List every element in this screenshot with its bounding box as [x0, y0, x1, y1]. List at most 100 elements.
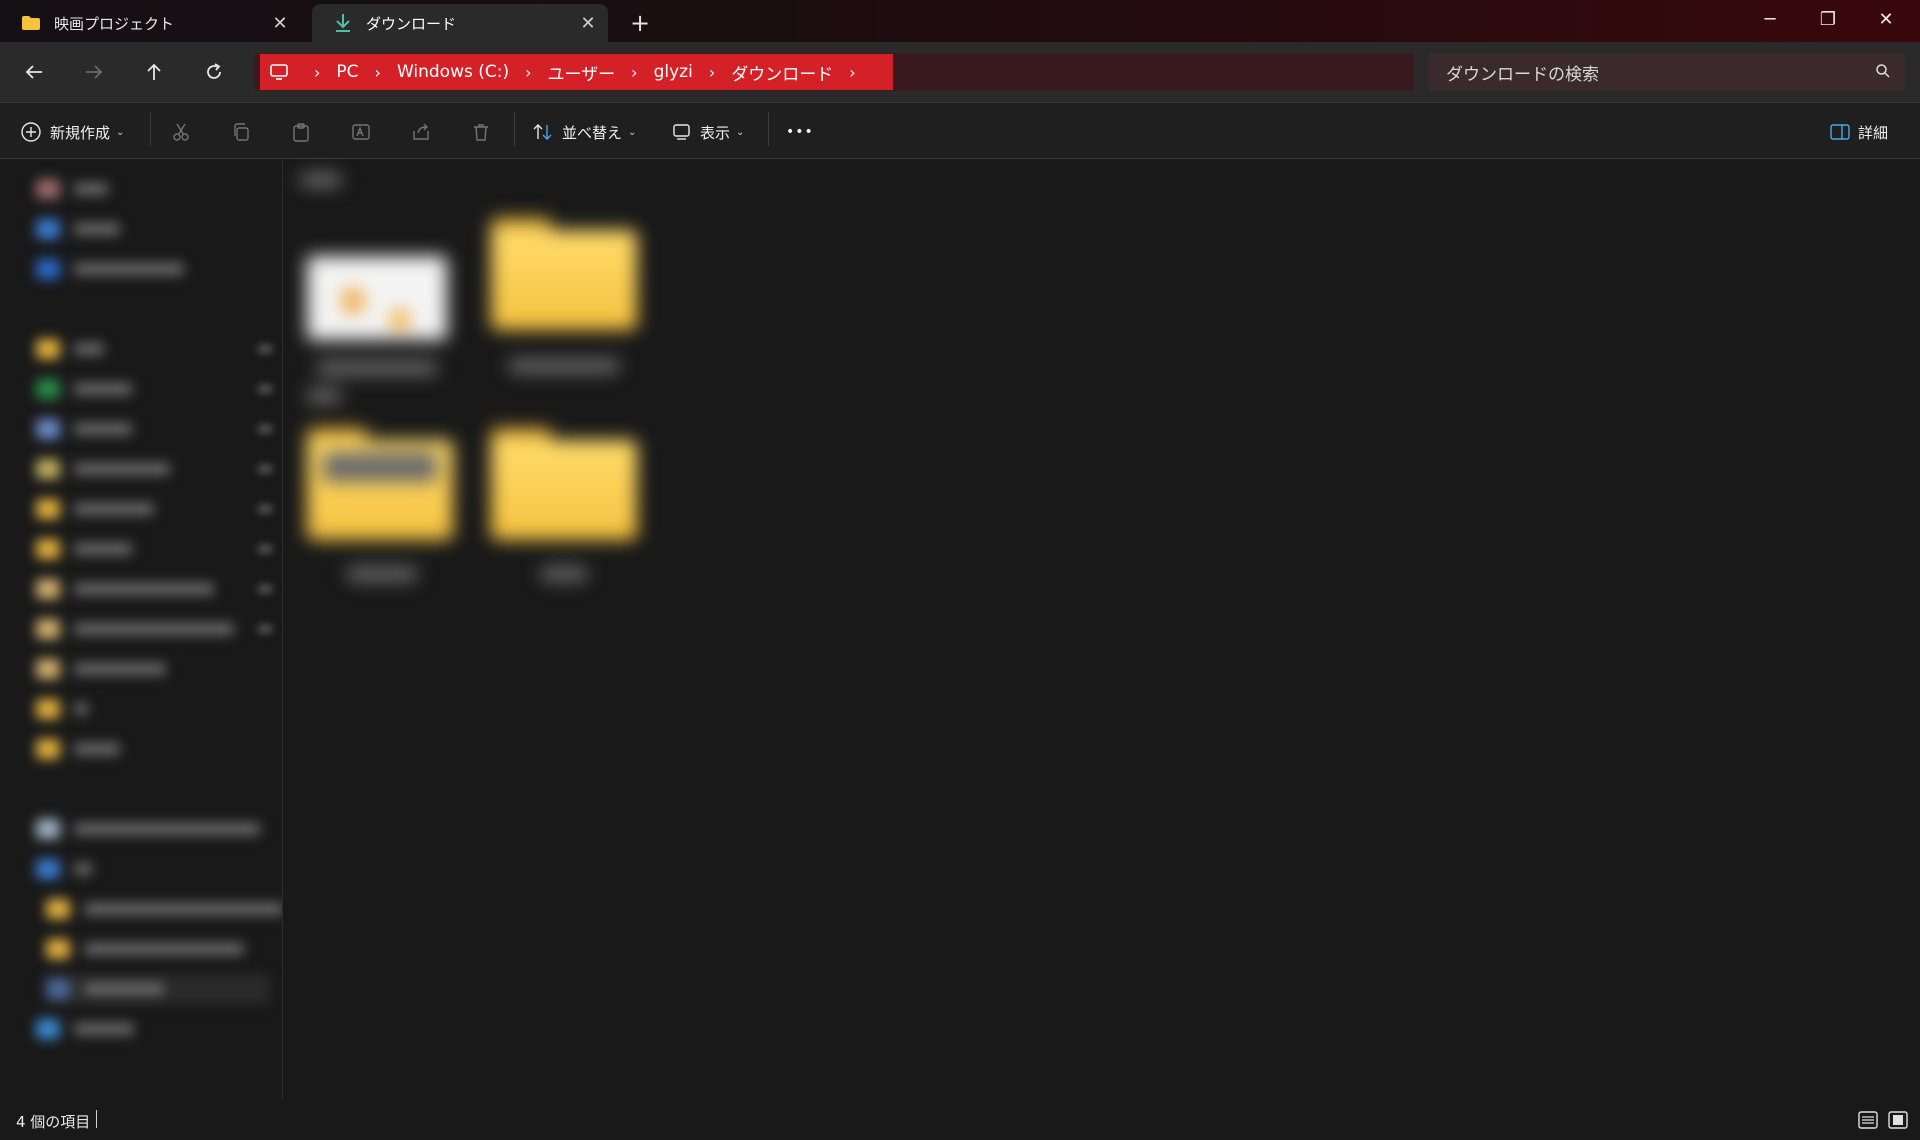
more-options-button[interactable]: •••: [786, 117, 814, 147]
sidebar-item[interactable]: [36, 614, 234, 644]
chevron-down-icon: ⌄: [628, 126, 637, 138]
folder-name: [347, 568, 417, 580]
sort-button[interactable]: 並べ替え ⌄: [532, 117, 636, 147]
folder-item[interactable]: [491, 218, 637, 330]
restore-button[interactable]: ❐: [1799, 0, 1857, 38]
new-button[interactable]: 新規作成 ⌄: [20, 117, 124, 147]
status-bar: 4 個の項目: [0, 1100, 1920, 1140]
rename-button[interactable]: [346, 117, 376, 147]
tab-close-icon[interactable]: ✕: [568, 13, 608, 34]
navigation-pane[interactable]: [0, 160, 283, 1100]
up-button[interactable]: [134, 54, 174, 90]
sort-icon: [533, 124, 552, 140]
tab-label: 映画プロジェクト: [54, 14, 175, 33]
sidebar-item[interactable]: [36, 414, 132, 444]
back-arrow-icon: [25, 65, 42, 79]
view-button[interactable]: 表示 ⌄: [672, 117, 744, 147]
sidebar-item-selected[interactable]: [46, 974, 270, 1004]
copy-button[interactable]: [226, 117, 256, 147]
pin-icon: [258, 505, 272, 513]
status-divider: [96, 1110, 97, 1128]
monitor-icon[interactable]: [260, 63, 298, 81]
breadcrumb-users[interactable]: ユーザー: [548, 60, 616, 85]
search-placeholder: ダウンロードの検索: [1446, 64, 1599, 85]
refresh-icon: [207, 63, 221, 79]
sidebar-item[interactable]: [36, 174, 108, 204]
thumbnail-detail: [391, 310, 409, 330]
file-list-area[interactable]: [283, 160, 1920, 1100]
cut-button[interactable]: [166, 117, 196, 147]
breadcrumb-separator[interactable]: ›: [298, 63, 336, 82]
sidebar-item[interactable]: [36, 214, 120, 244]
folder-name: [509, 360, 619, 372]
sidebar-item[interactable]: [36, 374, 132, 404]
sidebar-item[interactable]: [36, 854, 92, 884]
pin-icon: [258, 465, 272, 473]
sidebar-item[interactable]: [36, 254, 184, 284]
back-button[interactable]: [14, 54, 54, 90]
search-input[interactable]: ダウンロードの検索: [1428, 53, 1905, 91]
sidebar-item[interactable]: [36, 654, 166, 684]
tab-movie-project[interactable]: 映画プロジェクト ✕: [0, 4, 300, 42]
breadcrumb-separator[interactable]: ›: [509, 63, 547, 82]
sidebar-item[interactable]: [36, 334, 104, 364]
breadcrumb-separator[interactable]: ›: [693, 63, 731, 82]
breadcrumb-separator[interactable]: ›: [359, 63, 397, 82]
breadcrumb-pc[interactable]: PC: [336, 62, 358, 82]
breadcrumb[interactable]: › PC › Windows (C:) › ユーザー › glyzi › ダウン…: [260, 54, 893, 90]
breadcrumb-glyzi[interactable]: glyzi: [654, 62, 693, 82]
tab-downloads[interactable]: ダウンロード ✕: [312, 4, 608, 42]
sidebar-item[interactable]: [36, 694, 88, 724]
breadcrumb-downloads[interactable]: ダウンロード: [731, 60, 833, 85]
pin-icon: [258, 385, 272, 393]
tab-close-icon[interactable]: ✕: [260, 13, 300, 34]
new-tab-button[interactable]: +: [626, 6, 654, 40]
pin-icon: [258, 585, 272, 593]
paste-button[interactable]: [286, 117, 316, 147]
chevron-down-icon: ⌄: [116, 126, 125, 138]
delete-icon: [474, 124, 488, 141]
breadcrumb-separator[interactable]: ›: [615, 63, 653, 82]
sidebar-item[interactable]: [36, 1014, 134, 1044]
folder-item[interactable]: [491, 428, 637, 540]
sidebar-item[interactable]: [36, 814, 260, 844]
sidebar-item[interactable]: [46, 894, 282, 924]
group-header: [301, 174, 341, 186]
breadcrumb-windows-c[interactable]: Windows (C:): [397, 62, 509, 82]
delete-button[interactable]: [466, 117, 496, 147]
forward-button[interactable]: [74, 54, 114, 90]
details-pane-icon: [1830, 124, 1850, 140]
breadcrumb-separator[interactable]: ›: [833, 63, 871, 82]
chevron-down-icon: ⌄: [736, 126, 745, 138]
pin-icon: [258, 425, 272, 433]
sidebar-item[interactable]: [36, 454, 170, 484]
share-button[interactable]: [406, 117, 436, 147]
large-icons-view-button[interactable]: [1886, 1108, 1910, 1132]
close-window-button[interactable]: ✕: [1857, 0, 1915, 38]
item-count: 4 個の項目: [16, 1113, 91, 1131]
sidebar-item[interactable]: [36, 734, 120, 764]
separator: [768, 112, 769, 146]
forward-arrow-icon: [86, 65, 103, 79]
details-label: 詳細: [1858, 123, 1889, 142]
folder-item[interactable]: [307, 428, 453, 540]
search-icon[interactable]: [1875, 63, 1891, 84]
details-pane-button[interactable]: 詳細: [1830, 117, 1888, 147]
refresh-button[interactable]: [194, 54, 234, 90]
sidebar-item[interactable]: [36, 574, 214, 604]
thumbnail-detail: [343, 290, 363, 312]
file-name: [307, 390, 341, 402]
large-icons-view-icon: [1888, 1111, 1908, 1129]
plus-circle-icon: [21, 122, 41, 142]
details-view-icon: [1858, 1111, 1878, 1129]
view-label: 表示: [700, 123, 731, 142]
pin-icon: [258, 345, 272, 353]
folder-preview: [323, 452, 437, 482]
minimize-button[interactable]: ─: [1741, 0, 1799, 38]
folder-icon: [20, 13, 42, 33]
details-view-button[interactable]: [1856, 1108, 1880, 1132]
sidebar-item[interactable]: [36, 494, 154, 524]
sidebar-item[interactable]: [46, 934, 244, 964]
sidebar-item[interactable]: [36, 534, 132, 564]
copy-icon: [234, 123, 249, 141]
